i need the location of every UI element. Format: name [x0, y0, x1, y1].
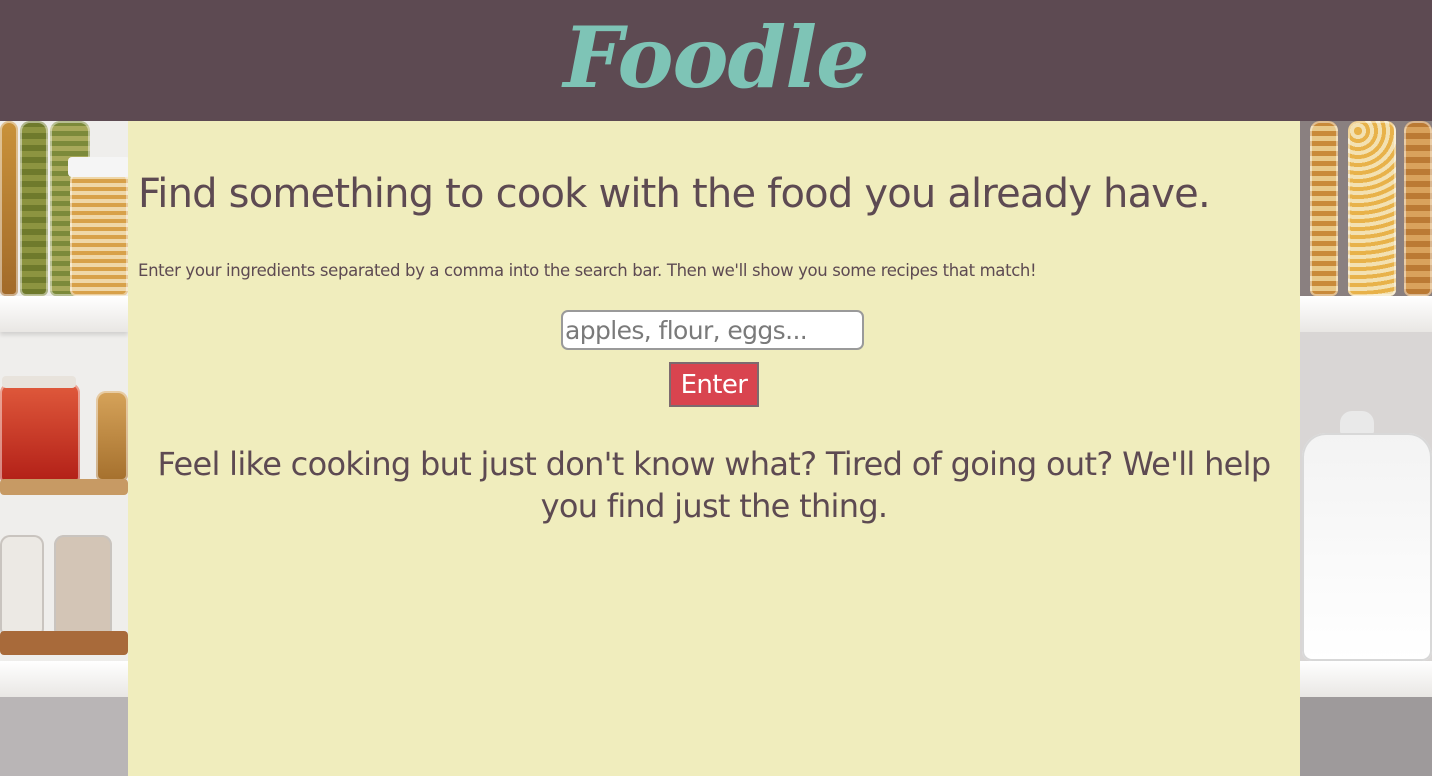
main-panel: Find something to cook with the food you…	[128, 121, 1300, 776]
pantry-background-left	[0, 121, 128, 776]
ingredients-search-input[interactable]	[561, 310, 864, 350]
search-instructions: Enter your ingredients separated by a co…	[138, 261, 1037, 280]
foodle-logo[interactable]: Foodle	[563, 15, 869, 100]
page-headline: Find something to cook with the food you…	[138, 171, 1211, 217]
enter-button[interactable]: Enter	[669, 362, 759, 407]
page: Foodle Find something to cook with the f…	[0, 0, 1432, 776]
site-header: Foodle	[0, 0, 1432, 121]
tagline: Feel like cooking but just don't know wh…	[157, 445, 1272, 525]
pantry-background-right	[1300, 121, 1432, 776]
